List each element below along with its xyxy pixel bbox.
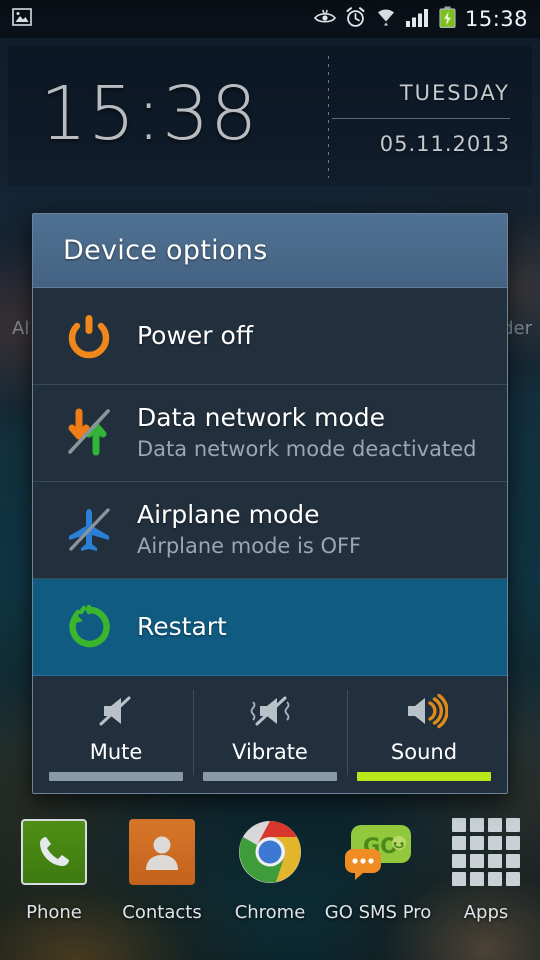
- option-title: Power off: [137, 321, 254, 350]
- widget-date: 05.11.2013: [379, 132, 510, 156]
- sound-mode-indicator: [357, 772, 491, 781]
- data-network-mode-icon: [57, 402, 121, 464]
- dock-label: Chrome: [234, 902, 306, 923]
- alarm-clock-icon: [345, 6, 366, 32]
- cellular-signal-icon: [405, 8, 430, 31]
- sound-mode-indicator: [49, 772, 183, 781]
- option-title: Airplane mode: [137, 500, 320, 529]
- option-data-network-mode-text: Data network mode Data network mode deac…: [121, 403, 477, 463]
- option-subtitle: Data network mode deactivated: [137, 437, 477, 461]
- phone-icon: [18, 816, 90, 888]
- option-power-off[interactable]: Power off: [33, 288, 507, 385]
- option-subtitle: Airplane mode is OFF: [137, 534, 362, 558]
- battery-charging-icon: [439, 6, 456, 32]
- contacts-icon: [126, 816, 198, 888]
- power-off-icon: [57, 305, 121, 367]
- device-options-dialog: Device options Power off Data network mo…: [32, 213, 508, 794]
- eye-smart-stay-icon: [313, 9, 336, 29]
- sound-mode-sound[interactable]: Sound: [347, 684, 501, 781]
- option-power-off-text: Power off: [121, 321, 253, 351]
- widget-rule: [332, 118, 510, 119]
- dialog-title-bar: Device options: [33, 214, 507, 288]
- option-airplane-mode[interactable]: Airplane mode Airplane mode is OFF: [33, 482, 507, 579]
- vibrate-icon: [246, 688, 294, 734]
- dock-label: Contacts: [122, 902, 202, 923]
- airplane-mode-icon: [57, 499, 121, 561]
- dock-item-phone[interactable]: Phone: [0, 816, 108, 923]
- mute-icon: [94, 688, 138, 734]
- status-bar-right-icons: 15:38: [313, 6, 540, 32]
- dock-label: GO SMS Pro: [324, 902, 432, 923]
- clock-weather-widget[interactable]: 15:38 TUESDAY 05.11.2013: [8, 46, 532, 186]
- sound-mode-label: Sound: [390, 740, 458, 764]
- dock-item-contacts[interactable]: Contacts: [108, 816, 216, 923]
- sound-mode-vibrate[interactable]: Vibrate: [193, 684, 347, 781]
- restart-icon: [57, 596, 121, 658]
- sound-mode-selector: Mute Vibrate Sound: [33, 676, 507, 793]
- dialog-title: Device options: [63, 235, 268, 266]
- dock-item-go-sms-pro[interactable]: GO GO SMS Pro: [324, 816, 432, 923]
- dock-item-chrome[interactable]: Chrome: [216, 816, 324, 923]
- go-sms-pro-icon: GO: [342, 816, 414, 888]
- sound-mode-mute[interactable]: Mute: [39, 684, 193, 781]
- sound-mode-indicator: [203, 772, 337, 781]
- option-airplane-mode-text: Airplane mode Airplane mode is OFF: [121, 500, 361, 560]
- sound-icon: [400, 688, 448, 734]
- status-bar-clock: 15:38: [464, 7, 528, 31]
- background-widget-text-left: Al: [12, 318, 30, 339]
- widget-divider: [328, 56, 329, 178]
- status-bar[interactable]: 15:38: [0, 0, 540, 38]
- dock-label: Apps: [463, 902, 509, 923]
- status-bar-left-icons: [0, 8, 32, 30]
- apps-grid-icon: [450, 816, 522, 888]
- option-data-network-mode[interactable]: Data network mode Data network mode deac…: [33, 385, 507, 482]
- option-title: Data network mode: [137, 403, 386, 432]
- option-restart[interactable]: Restart: [33, 579, 507, 676]
- option-title: Restart: [137, 612, 227, 641]
- option-restart-text: Restart: [121, 612, 227, 642]
- sound-mode-label: Vibrate: [232, 740, 308, 764]
- widget-day-of-week: TUESDAY: [399, 81, 510, 105]
- sound-mode-label: Mute: [89, 740, 143, 764]
- gallery-image-icon: [12, 8, 32, 30]
- dock-item-apps[interactable]: Apps: [432, 816, 540, 923]
- home-screen-dock: Phone Contacts Chrome GO GO SMS Pro Apps: [0, 816, 540, 946]
- wifi-icon: [375, 7, 397, 31]
- widget-clock-time: 15:38: [40, 71, 259, 157]
- chrome-icon: [234, 816, 306, 888]
- dock-label: Phone: [26, 902, 82, 923]
